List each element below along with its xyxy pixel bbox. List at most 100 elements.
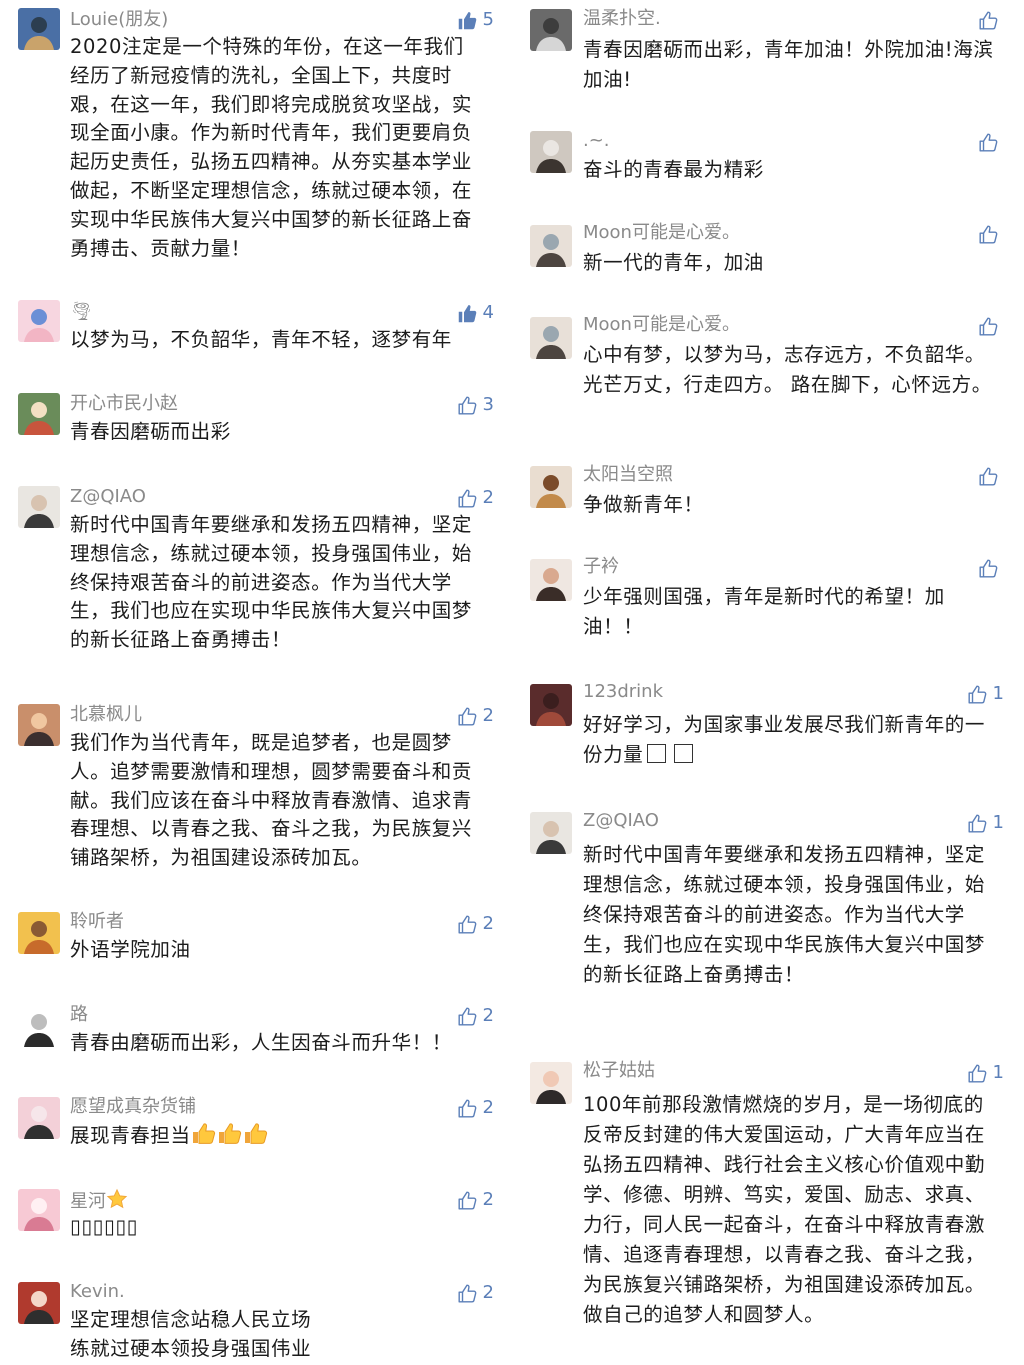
missing-glyph-icon [647, 744, 667, 763]
nickname-text: 北慕枫儿 [70, 704, 142, 725]
user-nickname[interactable]: 温柔扑空. [583, 8, 661, 30]
user-avatar[interactable] [530, 559, 572, 601]
nickname-text: Kevin. [70, 1281, 125, 1302]
nickname-text: 聆听者 [70, 911, 124, 932]
thumbs-up-icon [457, 303, 478, 324]
nickname-text: 123drink [583, 681, 664, 702]
user-avatar[interactable] [530, 684, 572, 726]
nickname-text: Moon可能是心爱。 [583, 314, 740, 335]
like-count: 2 [482, 1005, 494, 1026]
like-count: 4 [482, 302, 494, 323]
comment-body: 外语学院加油 [70, 938, 191, 961]
user-avatar[interactable] [530, 131, 572, 173]
user-avatar[interactable] [18, 1005, 60, 1047]
like-button[interactable]: 5 [457, 9, 494, 31]
thumbs-up-icon [967, 813, 988, 834]
user-avatar[interactable] [18, 1189, 60, 1231]
comment-text: 外语学院加油 [70, 936, 482, 965]
like-button[interactable]: 1 [967, 683, 1004, 705]
user-avatar[interactable] [18, 704, 60, 746]
comment-text: 我们作为当代青年，既是追梦者，也是圆梦人。追梦需要激情和理想，圆梦需要奋斗和贡献… [70, 729, 482, 873]
nickname-text: 星河 [70, 1191, 106, 1212]
user-nickname[interactable]: 123drink [583, 681, 663, 703]
user-nickname[interactable]: .~. [583, 130, 610, 152]
like-count: 2 [482, 1282, 494, 1303]
thumbs-up-emoji-icon [217, 1123, 243, 1147]
user-nickname[interactable]: Moon可能是心爱。 [583, 222, 740, 244]
user-avatar[interactable] [530, 317, 572, 359]
nickname-text: .~. [583, 130, 610, 151]
like-count: 2 [482, 913, 494, 934]
comment-body: 青春由磨砺而出彩，人生因奋斗而升华！！ [70, 1031, 452, 1054]
nickname-text: Z@QIAO [583, 810, 659, 831]
comment-body: 青春因磨砺而出彩 [70, 420, 231, 443]
like-button[interactable] [978, 466, 1004, 487]
like-count: 2 [482, 487, 494, 508]
user-nickname[interactable]: 愿望成真杂货铺 [70, 1096, 196, 1118]
comment-body: 新一代的青年，加油 [583, 251, 764, 274]
like-button[interactable]: 4 [457, 302, 494, 324]
like-button[interactable]: 2 [457, 1097, 494, 1119]
like-button[interactable]: 2 [457, 913, 494, 935]
user-nickname[interactable]: 🌪 [70, 301, 93, 323]
comment-text: ▯▯▯▯▯▯ [70, 1213, 482, 1242]
thumbs-up-icon [457, 395, 478, 416]
user-nickname[interactable]: 松子姑姑 [583, 1060, 655, 1082]
user-nickname[interactable]: 路 [70, 1004, 88, 1026]
user-nickname[interactable]: 开心市民小赵 [70, 393, 178, 415]
user-nickname[interactable]: 北慕枫儿 [70, 704, 142, 726]
user-nickname[interactable]: 子衿 [583, 556, 619, 578]
comment-body: 新时代中国青年要继承和发扬五四精神，坚定理想信念，练就过硬本领，投身强国伟业，始… [583, 843, 986, 986]
nickname-text: 愿望成真杂货铺 [70, 1096, 196, 1117]
comment-body: 好好学习，为国家事业发展尽我们新青年的一份力量 [583, 713, 986, 766]
user-nickname[interactable]: Z@QIAO [70, 486, 146, 508]
like-button[interactable]: 1 [967, 1062, 1004, 1084]
thumbs-up-emoji-icon [243, 1123, 269, 1147]
like-count: 2 [482, 1097, 494, 1118]
like-button[interactable]: 2 [457, 1005, 494, 1027]
like-button[interactable]: 2 [457, 1189, 494, 1211]
user-nickname[interactable]: 聆听者 [70, 911, 124, 933]
like-button[interactable] [978, 132, 1004, 153]
user-nickname[interactable]: Moon可能是心爱。 [583, 314, 740, 336]
user-avatar[interactable] [18, 393, 60, 435]
user-nickname[interactable]: 星河 [70, 1188, 128, 1213]
comment-text: 好好学习，为国家事业发展尽我们新青年的一份力量 [583, 710, 1003, 770]
user-avatar[interactable] [530, 225, 572, 267]
user-nickname[interactable]: 太阳当空照 [583, 464, 673, 486]
user-avatar[interactable] [18, 912, 60, 954]
user-avatar[interactable] [18, 8, 60, 50]
thumbs-up-icon [978, 316, 999, 337]
like-count: 2 [482, 1189, 494, 1210]
nickname-text: 太阳当空照 [583, 464, 673, 485]
comment-body: 我们作为当代青年，既是追梦者，也是圆梦人。追梦需要激情和理想，圆梦需要奋斗和贡献… [70, 731, 473, 870]
like-button[interactable] [978, 224, 1004, 245]
thumbs-up-emoji-icon [191, 1123, 217, 1147]
missing-glyph-icon [674, 744, 694, 763]
user-avatar[interactable] [18, 300, 60, 342]
thumbs-up-icon [457, 1283, 478, 1304]
like-count: 3 [482, 394, 494, 415]
user-avatar[interactable] [18, 1282, 60, 1324]
user-nickname[interactable]: Kevin. [70, 1281, 125, 1303]
like-count: 2 [482, 705, 494, 726]
like-button[interactable]: 2 [457, 705, 494, 727]
like-button[interactable]: 3 [457, 394, 494, 416]
user-avatar[interactable] [18, 486, 60, 528]
nickname-text: 🌪 [70, 301, 93, 322]
user-avatar[interactable] [18, 1097, 60, 1139]
like-button[interactable] [978, 558, 1004, 579]
user-avatar[interactable] [530, 1062, 572, 1104]
thumbs-up-icon [457, 1098, 478, 1119]
user-nickname[interactable]: Z@QIAO [583, 810, 659, 832]
like-button[interactable]: 1 [967, 812, 1004, 834]
like-button[interactable]: 2 [457, 1282, 494, 1304]
like-button[interactable] [978, 10, 1004, 31]
user-avatar[interactable] [530, 9, 572, 51]
user-avatar[interactable] [530, 812, 572, 854]
user-nickname[interactable]: Louie(朋友) [70, 9, 168, 31]
like-button[interactable]: 2 [457, 487, 494, 509]
like-button[interactable] [978, 316, 1004, 337]
comment-text: 坚定理想信念站稳人民立场 练就过硬本领投身强国伟业 [70, 1306, 482, 1364]
user-avatar[interactable] [530, 466, 572, 508]
